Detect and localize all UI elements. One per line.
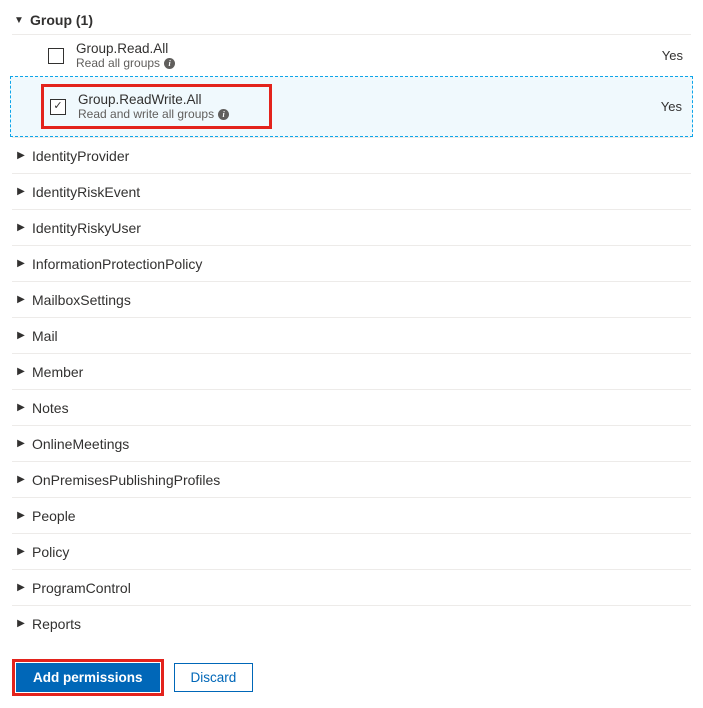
permission-row-selected[interactable]: ✓ Group.ReadWrite.All Read and write all… — [10, 76, 693, 137]
category-row[interactable]: ▶ Reports — [12, 605, 691, 641]
group-header[interactable]: ▼ Group (1) — [12, 8, 691, 35]
admin-consent-value: Yes — [646, 99, 686, 114]
category-label: Policy — [32, 544, 69, 560]
category-row[interactable]: ▶ IdentityProvider — [12, 137, 691, 173]
checkbox-checked[interactable]: ✓ — [50, 99, 66, 115]
category-label: People — [32, 508, 76, 524]
chevron-right-icon: ▶ — [14, 618, 28, 629]
group-title: Group (1) — [30, 12, 93, 28]
category-row[interactable]: ▶ MailboxSettings — [12, 281, 691, 317]
chevron-right-icon: ▶ — [14, 582, 28, 593]
category-row[interactable]: ▶ Policy — [12, 533, 691, 569]
chevron-right-icon: ▶ — [14, 438, 28, 449]
permission-name: Group.Read.All — [76, 41, 647, 56]
category-label: Reports — [32, 616, 81, 632]
category-label: IdentityRiskyUser — [32, 220, 141, 236]
category-label: Mail — [32, 328, 58, 344]
info-icon[interactable]: i — [164, 58, 175, 69]
chevron-right-icon: ▶ — [14, 222, 28, 233]
category-row[interactable]: ▶ Mail — [12, 317, 691, 353]
chevron-right-icon: ▶ — [14, 294, 28, 305]
category-label: OnPremisesPublishingProfiles — [32, 472, 220, 488]
category-row[interactable]: ▶ OnPremisesPublishingProfiles — [12, 461, 691, 497]
permission-desc: Read all groups i — [76, 56, 647, 70]
chevron-right-icon: ▶ — [14, 510, 28, 521]
category-label: OnlineMeetings — [32, 436, 129, 452]
category-row[interactable]: ▶ IdentityRiskEvent — [12, 173, 691, 209]
category-row[interactable]: ▶ Member — [12, 353, 691, 389]
chevron-right-icon: ▶ — [14, 258, 28, 269]
category-row[interactable]: ▶ IdentityRiskyUser — [12, 209, 691, 245]
permission-row[interactable]: Group.Read.All Read all groups i Yes — [12, 35, 691, 76]
permission-desc: Read and write all groups i — [78, 107, 229, 121]
chevron-right-icon: ▶ — [14, 150, 28, 161]
button-bar: Add permissions Discard — [12, 659, 691, 696]
admin-consent-value: Yes — [647, 48, 687, 63]
category-row[interactable]: ▶ ProgramControl — [12, 569, 691, 605]
category-label: InformationProtectionPolicy — [32, 256, 202, 272]
chevron-right-icon: ▶ — [14, 186, 28, 197]
category-row[interactable]: ▶ People — [12, 497, 691, 533]
category-row[interactable]: ▶ InformationProtectionPolicy — [12, 245, 691, 281]
chevron-right-icon: ▶ — [14, 546, 28, 557]
permission-name: Group.ReadWrite.All — [78, 92, 229, 107]
category-label: IdentityProvider — [32, 148, 129, 164]
category-label: Member — [32, 364, 83, 380]
chevron-right-icon: ▶ — [14, 366, 28, 377]
add-permissions-button[interactable]: Add permissions — [16, 663, 160, 692]
chevron-right-icon: ▶ — [14, 402, 28, 413]
category-label: ProgramControl — [32, 580, 131, 596]
category-label: IdentityRiskEvent — [32, 184, 140, 200]
chevron-right-icon: ▶ — [14, 330, 28, 341]
chevron-down-icon: ▼ — [12, 15, 26, 26]
category-label: MailboxSettings — [32, 292, 131, 308]
checkbox-unchecked[interactable] — [48, 48, 64, 64]
chevron-right-icon: ▶ — [14, 474, 28, 485]
highlight-box: Add permissions — [12, 659, 164, 696]
info-icon[interactable]: i — [218, 109, 229, 120]
category-row[interactable]: ▶ OnlineMeetings — [12, 425, 691, 461]
category-row[interactable]: ▶ Notes — [12, 389, 691, 425]
discard-button[interactable]: Discard — [174, 663, 254, 692]
category-label: Notes — [32, 400, 69, 416]
